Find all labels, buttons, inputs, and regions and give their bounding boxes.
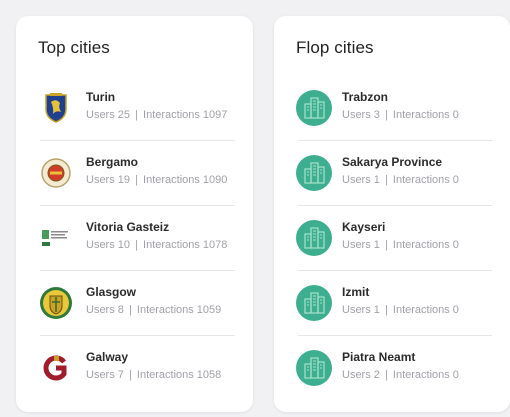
city-name: Trabzon	[342, 90, 389, 104]
stats-separator: |	[384, 174, 388, 186]
city-stats: Users 1 | Interactions 0	[342, 239, 459, 251]
stats-separator: |	[384, 239, 388, 251]
city-stats: Users 25 | Interactions 1097	[86, 109, 227, 121]
top-cities-card: Top cities Turin Users 25 | Interactions…	[16, 16, 253, 412]
turin-crest-icon	[38, 90, 74, 126]
interactions-count: Interactions 0	[392, 304, 459, 316]
glasgow-crest-icon	[38, 285, 74, 321]
users-count: Users 8	[86, 304, 124, 316]
users-count: Users 10	[86, 239, 131, 251]
interactions-count: Interactions 1078	[143, 239, 228, 251]
city-stats: Users 8 | Interactions 1059	[86, 304, 221, 316]
interactions-count: Interactions 1097	[143, 109, 228, 121]
city-row-sakarya-province[interactable]: Sakarya Province Users 1 | Interactions …	[274, 141, 510, 206]
cities-board: Top cities Turin Users 25 | Interactions…	[0, 0, 510, 417]
interactions-count: Interactions 0	[392, 369, 459, 381]
city-row-vitoria-gasteiz[interactable]: Vitoria Gasteiz Users 10 | Interactions …	[16, 206, 253, 271]
flop-cities-list: Trabzon Users 3 | Interactions 0 Sakarya…	[274, 76, 510, 401]
city-stats: Users 1 | Interactions 0	[342, 304, 459, 316]
city-row-galway[interactable]: Galway Users 7 | Interactions 1058	[16, 336, 253, 401]
city-stats: Users 7 | Interactions 1058	[86, 369, 221, 381]
top-cities-title: Top cities	[38, 38, 110, 57]
city-buildings-icon	[296, 155, 332, 191]
users-count: Users 3	[342, 109, 380, 121]
city-name: Vitoria Gasteiz	[86, 220, 170, 234]
city-name: Bergamo	[86, 155, 139, 169]
city-name: Glasgow	[86, 285, 137, 299]
city-stats: Users 10 | Interactions 1078	[86, 239, 227, 251]
stats-separator: |	[128, 369, 132, 381]
stats-separator: |	[384, 369, 388, 381]
stats-separator: |	[135, 174, 138, 186]
users-count: Users 19	[86, 174, 131, 186]
vitoria-gasteiz-logo-icon	[38, 220, 74, 256]
city-row-glasgow[interactable]: Glasgow Users 8 | Interactions 1059	[16, 271, 253, 336]
city-name: Turin	[86, 90, 116, 104]
stats-separator: |	[384, 109, 388, 121]
interactions-count: Interactions 0	[392, 109, 459, 121]
stats-separator: |	[384, 304, 388, 316]
city-buildings-icon	[296, 220, 332, 256]
users-count: Users 2	[342, 369, 380, 381]
city-row-izmit[interactable]: Izmit Users 1 | Interactions 0	[274, 271, 510, 336]
city-row-bergamo[interactable]: Bergamo Users 19 | Interactions 1090	[16, 141, 253, 206]
city-name: Kayseri	[342, 220, 386, 234]
city-name: Sakarya Province	[342, 155, 443, 169]
city-name: Piatra Neamt	[342, 350, 416, 364]
stats-separator: |	[135, 239, 138, 251]
city-row-kayseri[interactable]: Kayseri Users 1 | Interactions 0	[274, 206, 510, 271]
stats-separator: |	[135, 109, 138, 121]
city-buildings-icon	[296, 90, 332, 126]
users-count: Users 1	[342, 239, 380, 251]
city-name: Galway	[86, 350, 129, 364]
flop-cities-title: Flop cities	[296, 38, 374, 57]
city-row-trabzon[interactable]: Trabzon Users 3 | Interactions 0	[274, 76, 510, 141]
city-name: Izmit	[342, 285, 370, 299]
interactions-count: Interactions 1058	[136, 369, 222, 381]
users-count: Users 7	[86, 369, 124, 381]
interactions-count: Interactions 0	[392, 174, 459, 186]
galway-logo-icon	[38, 350, 74, 386]
city-stats: Users 19 | Interactions 1090	[86, 174, 227, 186]
top-cities-list: Turin Users 25 | Interactions 1097 Berga…	[16, 76, 253, 401]
users-count: Users 1	[342, 174, 380, 186]
users-count: Users 25	[86, 109, 131, 121]
city-buildings-icon	[296, 350, 332, 386]
city-row-turin[interactable]: Turin Users 25 | Interactions 1097	[16, 76, 253, 141]
stats-separator: |	[128, 304, 132, 316]
users-count: Users 1	[342, 304, 380, 316]
interactions-count: Interactions 0	[392, 239, 459, 251]
interactions-count: Interactions 1090	[143, 174, 228, 186]
city-row-piatra-neamt[interactable]: Piatra Neamt Users 2 | Interactions 0	[274, 336, 510, 401]
flop-cities-card: Flop cities Trabzon Users 3 | Interactio…	[274, 16, 510, 412]
city-stats: Users 1 | Interactions 0	[342, 174, 459, 186]
city-stats: Users 3 | Interactions 0	[342, 109, 459, 121]
interactions-count: Interactions 1059	[136, 304, 222, 316]
bergamo-seal-icon	[38, 155, 74, 191]
city-stats: Users 2 | Interactions 0	[342, 369, 459, 381]
city-buildings-icon	[296, 285, 332, 321]
